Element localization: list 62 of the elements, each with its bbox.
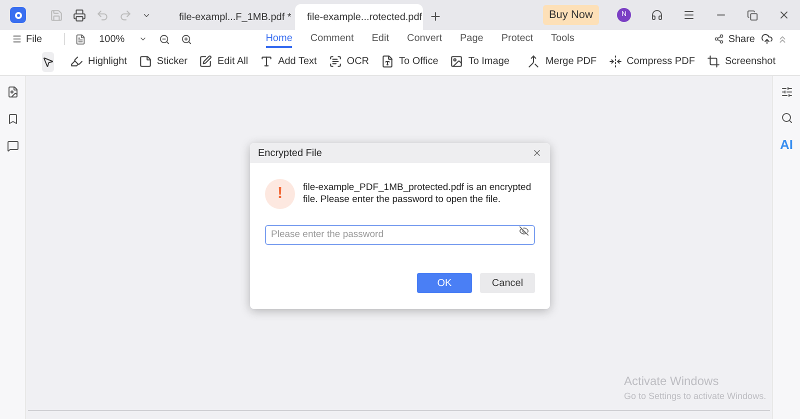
ribbon-tab[interactable]: Home [266,30,292,48]
print-icon[interactable] [73,8,86,22]
password-field[interactable]: Please enter the password [265,224,535,244]
share-icon[interactable] [714,34,724,44]
bookmark-icon[interactable] [6,113,18,125]
search-icon[interactable] [780,112,792,124]
dialog-title: Encrypted File [258,146,322,160]
zoom-dropdown-icon[interactable] [138,35,147,43]
ribbon-tab[interactable]: Tools [551,30,574,48]
pencil-square-icon [199,55,212,68]
compress-icon [608,55,622,68]
toolbar-button[interactable]: Compress PDF [608,54,695,69]
ribbon-tab[interactable]: Convert [406,30,442,48]
ribbon-tab[interactable]: Protect [501,30,534,48]
ribbon-tab[interactable]: Edit [372,30,389,48]
new-tab-icon[interactable] [429,10,442,23]
toolbar-button[interactable]: Screenshot [706,54,776,69]
toolbar-button[interactable]: Edit All [199,54,248,69]
warning-icon: ! [265,179,295,209]
restore-icon[interactable] [747,10,758,20]
toolbar-button[interactable]: To Office [381,54,438,69]
scan-text-icon [328,55,342,68]
support-icon[interactable] [651,9,663,21]
hide-password-icon[interactable] [519,226,529,236]
menu-icon[interactable] [683,9,695,21]
dialog-message: file-example_PDF_1MB_protected.pdf is an encrypted file. Please enter the password to open the file. [303,182,532,206]
image-icon [450,55,464,68]
merge-icon [527,55,540,68]
document-tab[interactable]: file-example...rotected.pdf [295,4,423,30]
zoom-out-icon[interactable] [158,34,170,44]
toolbar-button[interactable]: OCR [328,54,370,69]
toolbar-button[interactable]: Highlight [70,54,127,69]
buy-now-button[interactable]: Buy Now [542,5,599,25]
file-menu[interactable]: File [26,32,42,46]
properties-icon[interactable] [780,86,792,98]
sticky-note-icon [138,55,152,68]
ribbon-tab[interactable]: Comment [310,30,354,48]
toolbar-button[interactable]: Add Text [260,54,317,69]
highlighter-icon [70,55,83,68]
cursor-icon [42,56,54,68]
page-view-icon[interactable] [75,34,86,44]
document-icon [381,55,394,68]
thumbnail-icon[interactable] [6,86,18,98]
close-icon[interactable] [778,9,790,21]
ok-button[interactable]: OK [417,273,472,293]
cancel-button[interactable]: Cancel [480,273,535,293]
share-link[interactable]: Share [728,32,755,46]
toolbar-button[interactable]: Sticker [138,54,188,69]
crop-icon [706,55,720,68]
text-icon [260,55,274,68]
menu-icon[interactable] [12,34,22,44]
cloud-upload-icon[interactable] [761,33,773,45]
close-icon[interactable] [532,148,542,158]
app-logo-icon[interactable] [10,7,26,23]
zoom-level[interactable]: 100% [99,32,125,46]
toolbar-button[interactable]: Merge PDF [527,54,597,69]
toolbar-button[interactable]: To Image [450,54,510,69]
zoom-in-icon[interactable] [180,34,192,44]
comment-icon[interactable] [6,140,18,152]
ribbon-tab[interactable]: Page [460,30,484,48]
select-tool[interactable] [42,52,54,72]
document-tab[interactable]: file-exampl...F_1MB.pdf * [167,4,295,30]
